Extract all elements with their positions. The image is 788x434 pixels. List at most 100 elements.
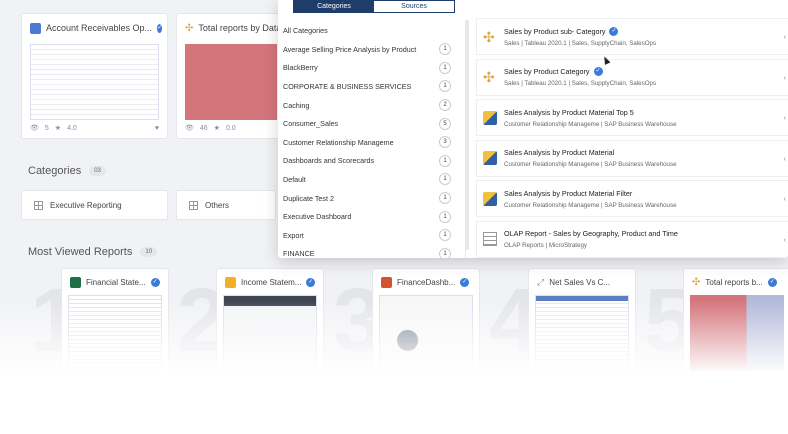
category-item[interactable]: CORPORATE & BUSINESS SERVICES 1 [278,77,465,96]
category-dropdown-panel: Categories Sources All Categories Averag… [278,0,788,258]
category-item[interactable]: Consumer_Sales 5 [278,114,465,133]
result-item[interactable]: ✣ Sales by Product sub- Category ✓ Sales … [476,18,788,55]
more-icon[interactable]: ‹ [784,115,786,122]
category-item-label: Average Selling Price Analysis by Produc… [283,44,417,54]
report-card[interactable]: Account Receivables Op... ✓ 👁 5 ★ 4.0 ♥ [21,13,168,139]
category-count: 3 [439,136,451,149]
category-item-all[interactable]: All Categories [278,20,465,40]
category-item-label: Export [283,230,304,240]
count-badge: 10 [140,247,158,257]
excel-icon [70,276,81,288]
card-header: Financial State... ✓ [62,269,168,295]
result-item[interactable]: Sales Analysis by Product Material Top 5… [476,99,788,136]
verified-icon: ✓ [609,26,619,36]
more-icon[interactable]: ‹ [784,156,786,163]
category-count: 5 [439,117,451,130]
result-item[interactable]: ✣ Sales by Product Category ✓ Sales | Tab… [476,58,788,96]
powerpoint-icon [381,276,392,288]
category-item-label: Consumer_Sales [283,119,339,129]
card-title: Net Sales Vs C... [549,277,611,287]
verified-icon: ✓ [150,277,160,287]
category-item-label: Duplicate Test 2 [283,193,335,203]
category-count: 2 [439,99,451,112]
heart-icon[interactable]: ♥ [155,125,159,132]
card-header: ⤢ Net Sales Vs C... [529,269,635,295]
result-subtitle: Sales | Tableau 2020.1 | Sales, SupplyCh… [504,39,657,47]
card-header: Income Statem... ✓ [217,269,323,295]
category-item[interactable]: Customer Relationship Manageme 3 [278,133,465,152]
verified-icon: ✓ [767,277,777,287]
card-title: Financial State... [86,277,146,287]
category-count: 1 [439,61,451,74]
tableau-icon: ✣ [185,22,194,34]
result-subtitle: Sales | Tableau 2020.1 | Sales, SupplyCh… [504,80,657,87]
result-title: Sales Analysis by Product Material [504,148,615,157]
category-count: 1 [439,173,451,186]
star-icon: ★ [54,125,62,132]
report-card-title: Total reports by Data [198,23,282,33]
result-title: Sales Analysis by Product Material Filte… [504,188,633,198]
category-item[interactable]: FINANCE 1 [278,245,465,258]
category-tile-others[interactable]: Others [176,190,276,220]
report-card-footer: 👁 46 ★ 0.0 [185,124,277,133]
category-item[interactable]: Dashboards and Scorecards 1 [278,152,465,171]
card-title: Total reports b... [705,277,763,287]
verified-icon: ✓ [157,23,163,33]
category-scrollbar[interactable] [466,20,469,250]
section-title-text: Categories [28,165,82,177]
category-item[interactable]: Default 1 [278,170,465,189]
powerbi-icon [225,276,236,288]
category-count: 1 [439,247,451,258]
view-count: 5 [44,124,49,132]
category-tile-executive-reporting[interactable]: Executive Reporting [21,190,168,220]
more-icon[interactable]: ‹ [784,237,786,244]
category-count: 1 [439,192,451,205]
rating: 4.0 [67,124,77,132]
category-list: All Categories Average Selling Price Ana… [278,20,466,258]
category-item[interactable]: Average Selling Price Analysis by Produc… [278,40,465,59]
report-card[interactable]: ✣ Total reports by Data 👁 46 ★ 0.0 [176,13,286,139]
card-header: FinanceDashb... ✓ [373,269,479,295]
result-item[interactable]: OLAP Report - Sales by Geography, Produc… [476,220,788,258]
more-icon[interactable]: ‹ [784,34,786,41]
category-item-label: Customer Relationship Manageme [283,137,394,147]
category-item[interactable]: Caching 2 [278,96,465,115]
category-item[interactable]: BlackBerry 1 [278,59,465,78]
result-subtitle: Customer Relationship Manageme | SAP Bus… [504,161,677,168]
report-thumbnail [185,44,277,120]
result-subtitle: Customer Relationship Manageme | SAP Bus… [504,201,677,209]
result-item[interactable]: Sales Analysis by Product Material Custo… [476,139,788,177]
report-card-header: Account Receivables Op... ✓ [22,14,167,42]
tab-sources[interactable]: Sources [374,1,454,12]
category-item[interactable]: Executive Dashboard 1 [278,207,465,226]
count-badge: 03 [89,166,106,176]
more-icon[interactable]: ‹ [784,196,786,203]
category-count: 1 [439,80,451,93]
category-item-label: Default [283,174,306,184]
result-item[interactable]: Sales Analysis by Product Material Filte… [476,180,788,217]
result-subtitle: OLAP Reports | MicroStrategy [504,242,587,249]
view-count: 46 [199,124,208,132]
card-title: FinanceDashb... [397,277,456,287]
category-count: 1 [439,43,451,56]
report-card-footer: 👁 5 ★ 4.0 ♥ [30,124,159,133]
report-card-title: Account Receivables Op... [46,23,153,33]
category-tile-label: Executive Reporting [50,200,122,210]
result-subtitle: Customer Relationship Manageme | SAP Bus… [504,120,677,128]
eye-icon: 👁 [30,125,39,132]
star-icon: ★ [213,125,220,132]
verified-icon: ✓ [306,277,315,287]
sap-bw-icon [483,151,497,165]
category-count: 1 [439,210,451,223]
more-icon[interactable]: ‹ [784,75,786,82]
tab-switcher: Categories Sources [293,0,455,13]
report-card-header: ✣ Total reports by Data [177,14,285,42]
sap-bw-icon [483,110,497,125]
category-item-label: Caching [283,100,310,110]
card-title: Income Statem... [241,277,302,287]
category-item-label: CORPORATE & BUSINESS SERVICES [283,81,412,91]
result-title: Sales Analysis by Product Material Top 5 [504,107,634,117]
category-item[interactable]: Duplicate Test 2 1 [278,189,465,208]
tab-categories[interactable]: Categories [294,1,374,12]
category-item[interactable]: Export 1 [278,226,465,245]
